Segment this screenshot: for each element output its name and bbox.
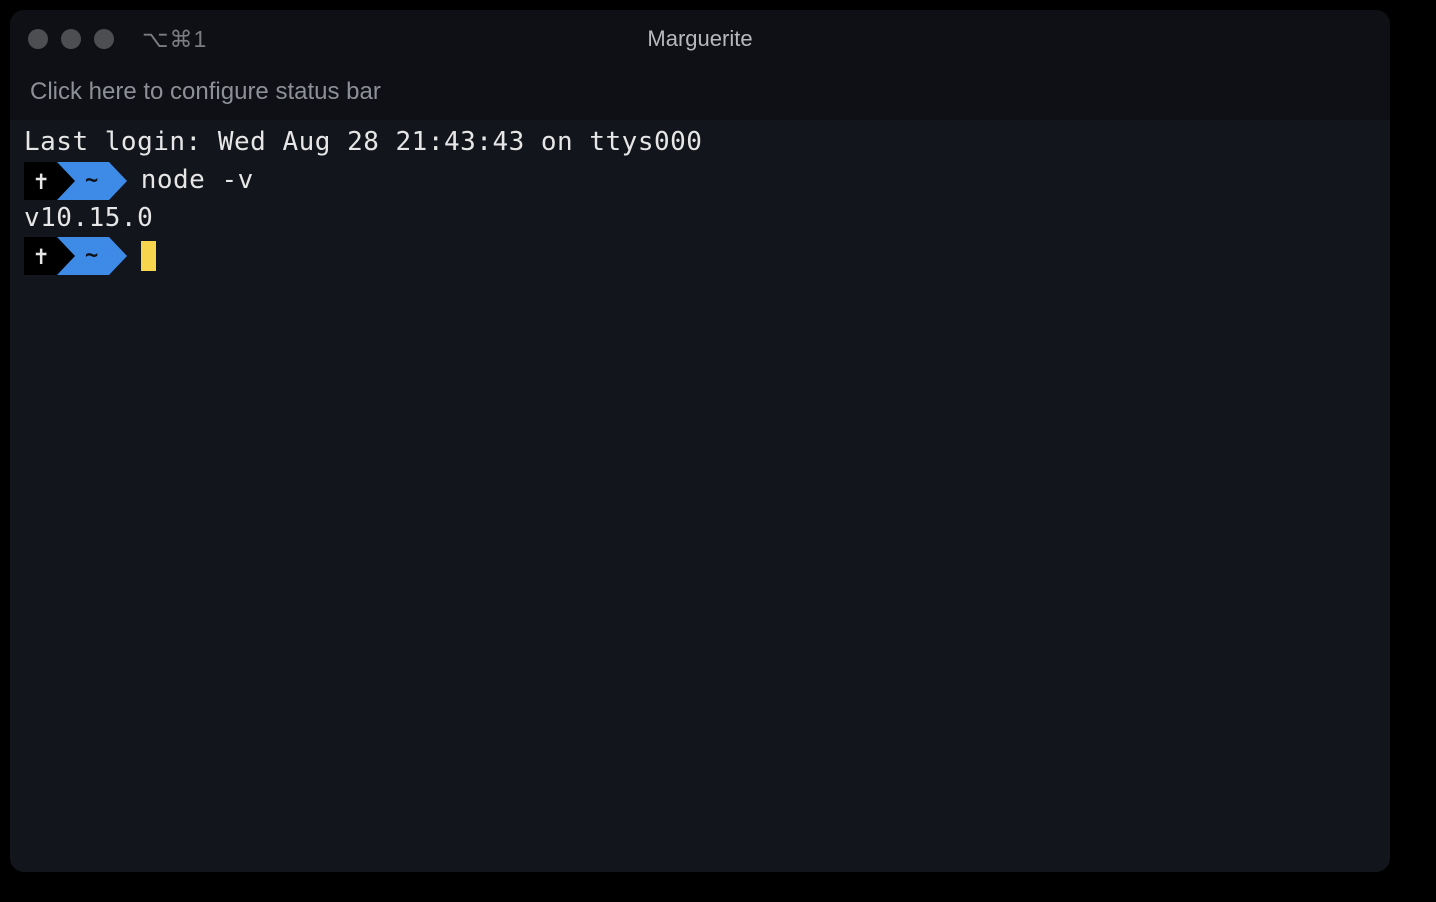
cross-icon: ✝	[34, 169, 49, 193]
prompt-line-2: ✝ ~	[24, 237, 1376, 275]
maximize-button[interactable]	[94, 29, 114, 49]
path-text: ~	[85, 245, 99, 267]
window-title: Marguerite	[647, 26, 752, 52]
command-text: node -v	[141, 162, 254, 200]
cross-icon: ✝	[34, 244, 49, 268]
traffic-lights	[28, 29, 114, 49]
terminal-content[interactable]: Last login: Wed Aug 28 21:43:43 on ttys0…	[10, 120, 1390, 872]
prompt-status-segment: ✝	[24, 237, 57, 275]
last-login-line: Last login: Wed Aug 28 21:43:43 on ttys0…	[24, 124, 1376, 162]
cursor	[141, 241, 156, 271]
titlebar[interactable]: ⌥⌘1 Marguerite	[10, 10, 1390, 68]
path-text: ~	[85, 170, 99, 192]
prompt-line-1: ✝ ~ node -v	[24, 162, 1376, 200]
prompt-status-segment: ✝	[24, 162, 57, 200]
terminal-window: ⌥⌘1 Marguerite Click here to configure s…	[10, 10, 1390, 872]
close-button[interactable]	[28, 29, 48, 49]
command-output: v10.15.0	[24, 200, 1376, 238]
tab-shortcut: ⌥⌘1	[142, 26, 207, 53]
status-bar[interactable]: Click here to configure status bar	[10, 68, 1390, 120]
minimize-button[interactable]	[61, 29, 81, 49]
